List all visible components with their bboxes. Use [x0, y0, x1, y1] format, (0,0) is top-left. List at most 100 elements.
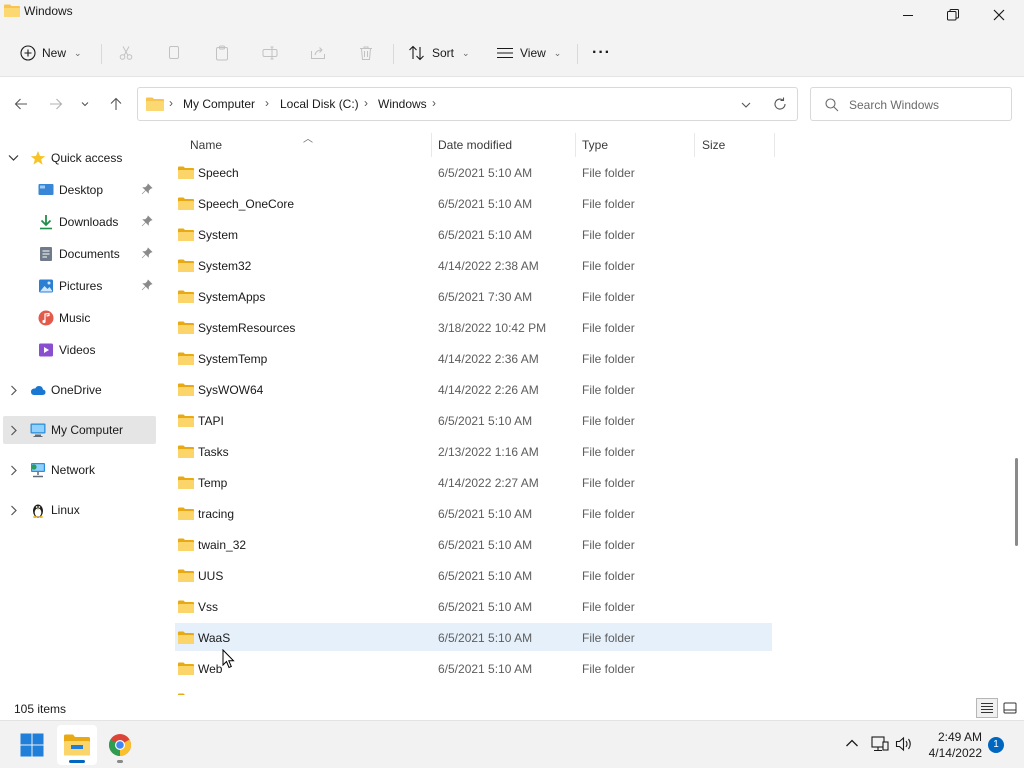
rename-button[interactable]	[262, 38, 278, 68]
column-divider[interactable]	[774, 133, 775, 157]
file-row[interactable]: Vss 6/5/2021 5:10 AM File folder	[175, 592, 772, 620]
restore-button[interactable]	[930, 0, 976, 30]
pin-icon[interactable]	[141, 215, 153, 227]
file-row[interactable]: Web 6/5/2021 5:10 AM File folder	[175, 654, 772, 682]
folder-icon	[178, 166, 194, 182]
chevron-right-icon[interactable]	[10, 425, 18, 436]
sidebar-item-pictures[interactable]: Pictures	[0, 272, 156, 300]
file-type: File folder	[582, 476, 635, 490]
close-button[interactable]	[976, 0, 1022, 30]
clipboard-icon	[216, 45, 228, 61]
breadcrumb-my-computer[interactable]: My Computer	[183, 97, 255, 111]
file-row[interactable]: tracing 6/5/2021 5:10 AM File folder	[175, 499, 772, 527]
pin-icon[interactable]	[141, 279, 153, 291]
file-row[interactable]: SystemResources 3/18/2022 10:42 PM File fo…	[175, 313, 772, 341]
address-bar[interactable]: › My Computer › Local Disk (C:) › Window…	[137, 87, 798, 121]
status-bar: 105 items	[0, 696, 1024, 720]
column-header-name[interactable]: Name	[190, 138, 222, 152]
copy-button[interactable]	[166, 38, 182, 68]
more-options-button[interactable]: ···	[592, 38, 611, 68]
breadcrumb-local-disk[interactable]: Local Disk (C:)	[280, 97, 359, 111]
scrollbar-thumb[interactable]	[1015, 458, 1018, 546]
cut-button[interactable]	[118, 38, 134, 68]
chevron-right-icon[interactable]	[10, 385, 18, 396]
file-name: Temp	[198, 476, 228, 490]
file-row[interactable]: UUS 6/5/2021 5:10 AM File folder	[175, 561, 772, 589]
file-row[interactable]: Temp 4/14/2022 2:27 AM File folder	[175, 468, 772, 496]
file-row[interactable]: System32 4/14/2022 2:38 AM File folder	[175, 251, 772, 279]
sidebar-item-onedrive[interactable]: OneDrive	[0, 376, 156, 404]
file-explorer-icon	[64, 734, 90, 756]
column-header-date[interactable]: Date modified	[438, 138, 512, 152]
file-name: Vss	[198, 600, 219, 614]
notification-badge[interactable]: 1	[988, 737, 1004, 753]
recent-locations-button[interactable]	[74, 94, 96, 114]
view-button[interactable]: View ⌄	[496, 38, 561, 68]
file-type: File folder	[582, 321, 635, 335]
sidebar-item-quick-access[interactable]: Quick access	[0, 144, 156, 172]
vertical-scrollbar[interactable]	[1013, 131, 1019, 691]
file-name: System32	[198, 259, 252, 273]
sort-button[interactable]: Sort ⌄	[408, 38, 470, 68]
refresh-icon[interactable]	[772, 96, 788, 112]
network-status-icon[interactable]	[871, 736, 889, 752]
large-icons-view-button[interactable]	[1001, 698, 1019, 718]
file-row[interactable]: WinSxS 4/14/2022 2:27 AM File folder	[175, 685, 772, 695]
column-header-size[interactable]: Size	[702, 138, 725, 152]
pin-icon[interactable]	[141, 183, 153, 195]
sidebar-item-desktop[interactable]: Desktop	[0, 176, 156, 204]
breadcrumb-windows[interactable]: Windows	[378, 97, 427, 111]
trash-icon	[360, 46, 372, 60]
file-date-modified: 6/5/2021 5:10 AM	[438, 662, 533, 676]
file-row[interactable]: Speech 6/5/2021 5:10 AM File folder	[175, 158, 772, 186]
taskbar-file-explorer[interactable]	[57, 725, 97, 765]
sidebar-item-videos[interactable]: Videos	[0, 336, 156, 364]
file-row[interactable]: TAPI 6/5/2021 5:10 AM File folder	[175, 406, 772, 434]
chevron-right-icon[interactable]	[10, 465, 18, 476]
share-button[interactable]	[310, 38, 326, 68]
file-row[interactable]: Speech_OneCore 6/5/2021 5:10 AM File folde…	[175, 189, 772, 217]
up-button[interactable]	[104, 94, 128, 114]
clock[interactable]: 2:49 AM 4/14/2022	[920, 729, 982, 761]
column-divider[interactable]	[575, 133, 576, 157]
new-button[interactable]: New ⌄	[20, 38, 82, 68]
back-button[interactable]	[9, 94, 33, 114]
forward-button[interactable]	[44, 94, 68, 114]
file-type: File folder	[582, 197, 635, 211]
file-row[interactable]: SystemTemp 4/14/2022 2:36 AM File folder	[175, 344, 772, 372]
sidebar-item-linux[interactable]: Linux	[0, 496, 156, 524]
documents-icon	[40, 247, 52, 261]
column-header-type[interactable]: Type	[582, 138, 608, 152]
view-label: View	[520, 46, 546, 60]
chevron-down-icon[interactable]	[738, 97, 754, 113]
column-divider[interactable]	[431, 133, 432, 157]
paste-button[interactable]	[214, 38, 230, 68]
file-row[interactable]: SysWOW64 4/14/2022 2:26 AM File folder	[175, 375, 772, 403]
sidebar-item-my-computer[interactable]: My Computer	[3, 416, 156, 444]
file-row[interactable]: System 6/5/2021 5:10 AM File folder	[175, 220, 772, 248]
volume-icon[interactable]	[895, 736, 913, 752]
start-button[interactable]	[12, 725, 52, 765]
chevron-right-icon[interactable]	[10, 505, 18, 516]
file-row[interactable]: SystemApps 6/5/2021 7:30 AM File folder	[175, 282, 772, 310]
chevron-down-icon[interactable]	[8, 154, 19, 162]
delete-button[interactable]	[358, 38, 374, 68]
file-row[interactable]: twain_32 6/5/2021 5:10 AM File folder	[175, 530, 772, 558]
details-view-button[interactable]	[976, 698, 998, 718]
sidebar-item-music[interactable]: Music	[0, 304, 156, 332]
sidebar-item-documents[interactable]: Documents	[0, 240, 156, 268]
file-row[interactable]: WaaS 6/5/2021 5:10 AM File folder	[175, 623, 772, 651]
search-box[interactable]	[810, 87, 1012, 121]
sidebar-item-network[interactable]: Network	[0, 456, 156, 484]
minimize-button[interactable]	[885, 0, 931, 30]
breadcrumb-chevron-icon: ›	[432, 96, 436, 110]
chevron-down-icon: ⌄	[462, 47, 470, 58]
taskbar-chrome[interactable]	[100, 725, 140, 765]
file-row[interactable]: Tasks 2/13/2022 1:16 AM File folder	[175, 437, 772, 465]
pin-icon[interactable]	[141, 247, 153, 259]
file-date-modified: 6/5/2021 5:10 AM	[438, 414, 533, 428]
sidebar-item-downloads[interactable]: Downloads	[0, 208, 156, 236]
chevron-up-icon[interactable]	[845, 738, 859, 748]
column-divider[interactable]	[694, 133, 695, 157]
search-input[interactable]	[849, 95, 1007, 115]
